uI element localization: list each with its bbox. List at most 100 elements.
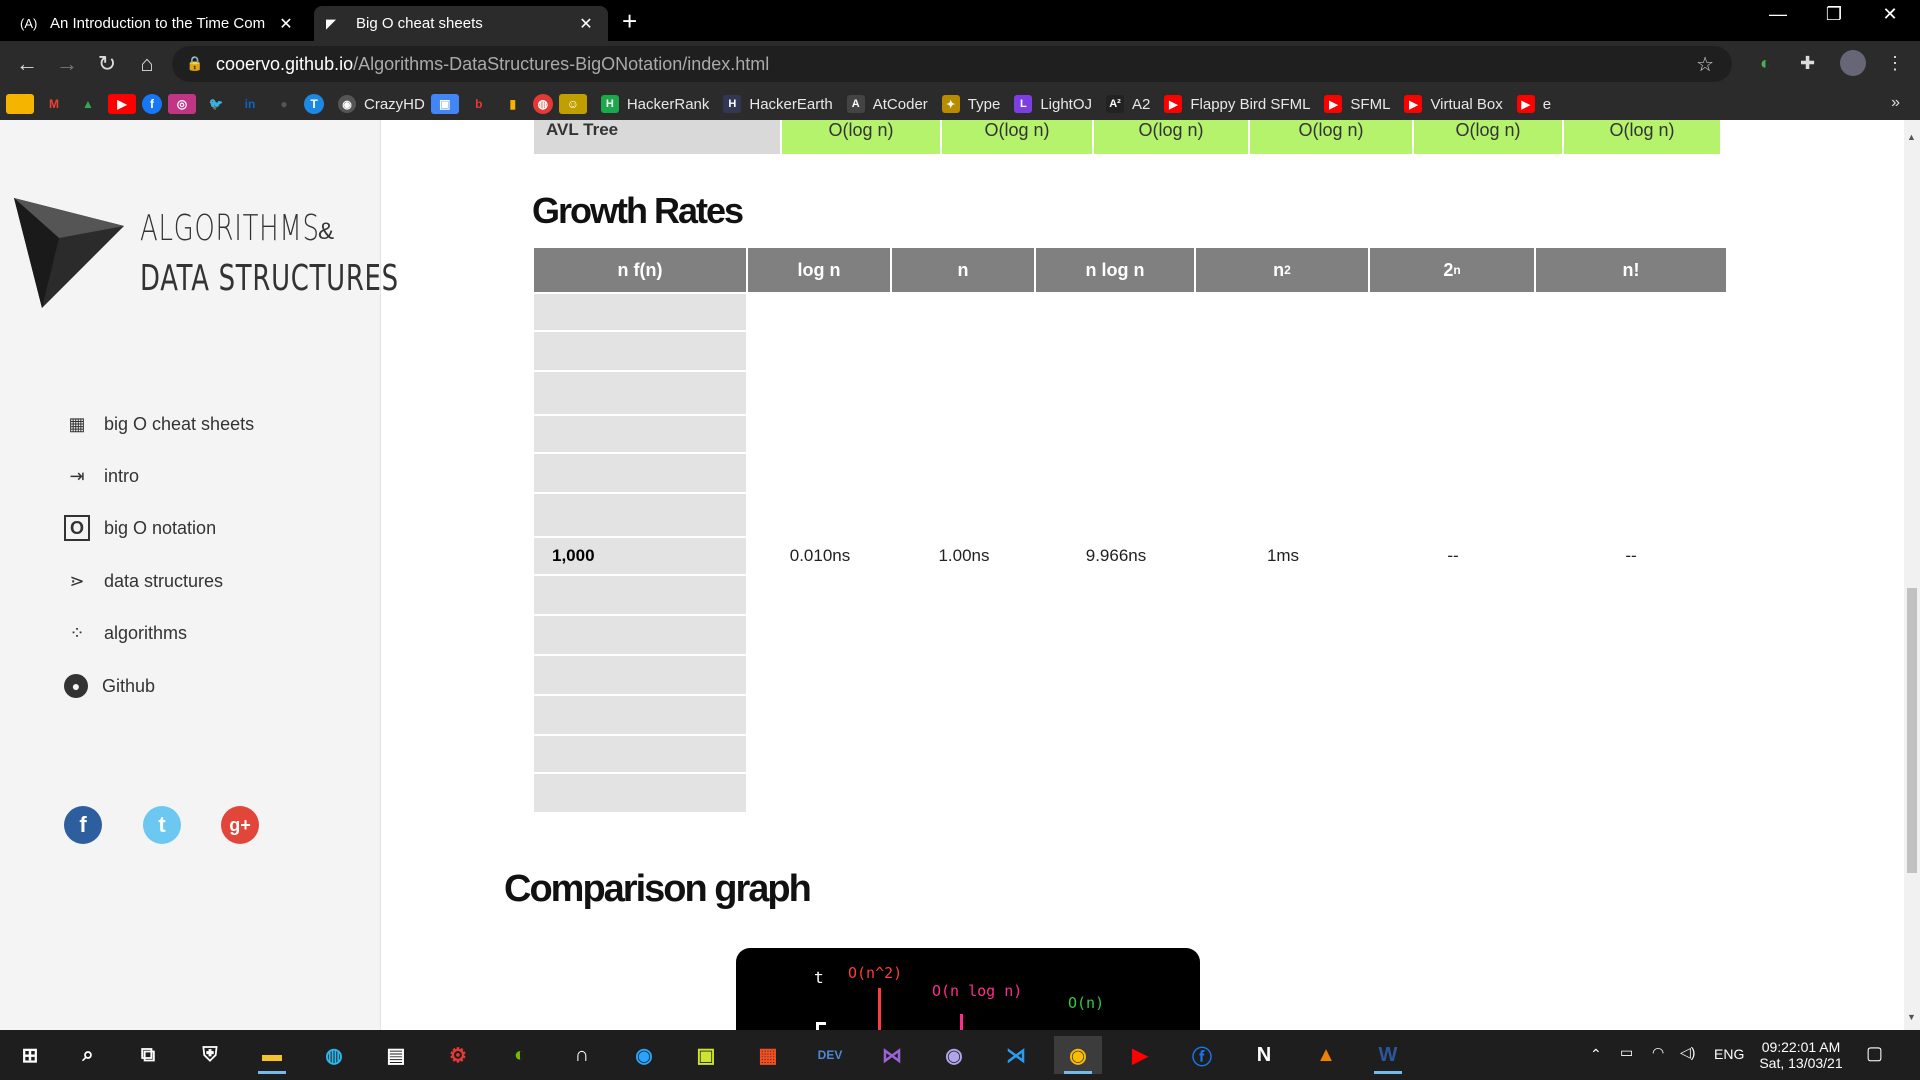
home-icon[interactable]: ⌂ [130,51,164,77]
github-desktop-icon[interactable]: ◉ [930,1036,978,1074]
file-explorer-icon[interactable]: ▬ [248,1036,296,1074]
new-tab-button[interactable]: + [622,6,637,36]
avatar[interactable] [1840,50,1866,76]
bookmark-atcoder[interactable]: A AtCoder [846,95,928,113]
twitter-icon[interactable]: t [143,806,181,844]
table-cell [534,454,746,494]
battery-icon[interactable]: ▭ [1620,1044,1633,1061]
graph-line-n2 [878,988,881,1030]
bookmark-flappy-bird[interactable]: ▶ Flappy Bird SFML [1164,95,1310,113]
bookmark-b-icon[interactable]: b [465,94,493,114]
pycharm-icon[interactable]: ▣ [682,1036,730,1074]
facebook-icon[interactable]: ⓕ [1178,1036,1226,1074]
minimize-button[interactable]: — [1758,4,1798,25]
edge-icon[interactable]: ◍ [310,1036,358,1074]
bookmark-drive-icon[interactable]: ▲ [74,94,102,114]
bookmark-github-icon[interactable]: ● [270,94,298,114]
tray-chevron-icon[interactable]: ⌃ [1590,1046,1602,1063]
vlc-icon[interactable]: ▲ [1302,1036,1350,1074]
bookmark-virtual-box[interactable]: ▶ Virtual Box [1404,95,1503,113]
youtube-icon: ▶ [1516,95,1535,113]
vscode-icon[interactable]: ⋊ [992,1036,1040,1074]
bookmark-chart-icon[interactable]: ▮ [499,94,527,114]
sidebar-item-intro[interactable]: ⇥ intro [64,461,139,491]
table-cell [534,372,746,416]
url-text[interactable]: cooervo.github.io/Algorithms-DataStructu… [216,54,769,75]
word-icon[interactable]: W [1364,1036,1412,1074]
table-cell [534,494,746,538]
restore-button[interactable]: ❐ [1814,4,1854,25]
bookmark-hackerearth[interactable]: H HackerEarth [723,95,833,113]
facebook-icon[interactable]: f [64,806,102,844]
volume-icon[interactable]: ◁) [1680,1044,1695,1061]
column-header: log n [748,248,892,292]
w-app-icon[interactable]: ◉ [620,1036,668,1074]
sidebar-item-github[interactable]: ● Github [64,671,155,701]
section-title: Comparison graph [504,868,812,910]
reload-icon[interactable]: ↻ [90,51,124,77]
bookmark-spoj-icon[interactable]: ◍ [532,94,553,114]
sidebar-item-data-structures[interactable]: ⋗ data structures [64,566,223,596]
sidebar-item-big-o-notation[interactable]: O big O notation [64,513,216,543]
bookmark-crazyhd[interactable]: ◉ CrazyHD [338,95,425,113]
tab-big-o-cheat-sheets[interactable]: ◤ Big O cheat sheets ✕ [314,6,608,41]
sidebar-item-big-o-cheat-sheets[interactable]: ▦ big O cheat sheets [64,409,254,439]
bookmark-sfml[interactable]: ▶ SFML [1324,95,1390,113]
wifi-icon[interactable]: ◠ [1652,1044,1664,1061]
bookmark-emoji-icon[interactable]: ☺ [558,94,587,114]
scroll-down-icon[interactable]: ▼ [1907,1012,1916,1022]
more-bookmarks-button[interactable]: » [1891,94,1900,112]
bookmark-star-icon[interactable]: ☆ [1696,52,1714,77]
table-cell: 1.00ns [938,546,990,565]
bookmark-youtube-icon[interactable]: ▶ [108,94,136,114]
bookmark-linkedin-icon[interactable]: in [236,94,264,114]
table-cell: -- [1447,546,1459,565]
bookmark-app-icon[interactable]: ▣ [430,94,459,114]
scroll-up-icon[interactable]: ▲ [1907,132,1916,142]
bookmark-classroom-icon[interactable] [6,94,34,114]
notifications-icon[interactable]: ▢ [1866,1043,1883,1064]
close-icon[interactable]: ✕ [276,14,296,34]
extension-icon[interactable]: ◐ [1760,53,1771,74]
scrollbar-thumb[interactable] [1907,588,1917,873]
task-view-icon[interactable]: ⧉ [124,1036,172,1074]
address-bar[interactable]: 🔒 cooervo.github.io/Algorithms-DataStruc… [172,46,1732,82]
gear-app-icon[interactable]: ⚙ [434,1036,482,1074]
sidebar-item-algorithms[interactable]: ⁘ algorithms [64,618,187,648]
lightoj-icon: L [1014,95,1033,113]
clock[interactable]: 09:22:01 AM Sat, 13/03/21 [1754,1039,1848,1071]
close-icon[interactable]: ✕ [576,14,596,34]
puzzle-icon[interactable]: ✚ [1800,53,1815,74]
bookmark-hackerrank[interactable]: H HackerRank [600,95,709,113]
youtube-icon[interactable]: ▶ [1116,1036,1164,1074]
bookmark-instagram-icon[interactable]: ◎ [168,94,196,114]
office-icon[interactable]: ▦ [744,1036,792,1074]
forward-icon[interactable]: → [50,51,84,77]
scrollbar[interactable]: ▲ ▼ [1904,120,1920,1030]
google-plus-icon[interactable]: g+ [221,806,259,844]
windows-start-icon[interactable]: ⊞ [6,1036,54,1074]
visual-studio-icon[interactable]: ⋈ [868,1036,916,1074]
chrome-icon[interactable]: ◉ [1054,1036,1102,1074]
devcpp-icon[interactable]: DEV [806,1036,854,1074]
n-app-icon[interactable]: ∩ [558,1036,606,1074]
bookmark-e[interactable]: ▶ e [1516,95,1551,113]
nvidia-icon[interactable]: ◐ [496,1036,544,1074]
bookmark-type[interactable]: ✦ Type [941,95,1000,113]
store-icon[interactable]: ▤ [372,1036,420,1074]
language-indicator[interactable]: ENG [1714,1046,1744,1062]
bookmark-a2[interactable]: A² A2 [1106,95,1150,113]
security-shield-icon[interactable]: ⛨ [186,1036,234,1074]
bookmark-lightoj[interactable]: L LightOJ [1014,95,1092,113]
menu-icon[interactable]: ⋮ [1886,53,1904,74]
bookmark-t-icon[interactable]: T [304,94,324,114]
tab-time-complexity[interactable]: (A) An Introduction to the Time Com ✕ [8,6,308,41]
close-window-button[interactable]: ✕ [1870,4,1910,25]
bookmark-twitter-icon[interactable]: 🐦 [202,94,230,114]
notion-icon[interactable]: N [1240,1036,1288,1074]
bookmark-facebook-icon[interactable]: f [142,94,162,114]
browser-toolbar: ← → ↻ ⌂ 🔒 cooervo.github.io/Algorithms-D… [0,41,1920,88]
bookmark-gmail-icon[interactable]: M [40,94,68,114]
back-icon[interactable]: ← [10,51,44,77]
search-icon[interactable]: ⌕ [64,1036,112,1074]
